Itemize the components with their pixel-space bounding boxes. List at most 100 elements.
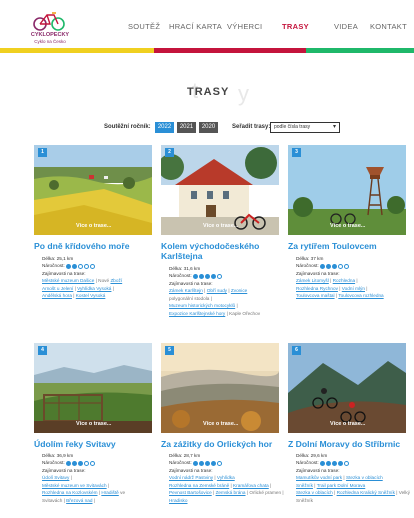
route-image[interactable]: 4 Více o trase...	[34, 343, 152, 433]
route-image[interactable]: 5 Více o trase...	[161, 343, 279, 433]
sight-link[interactable]: Údolí Svitavy	[42, 475, 69, 480]
sight-link[interactable]: Pevnost Bartošovice	[169, 490, 212, 495]
sight-link[interactable]: Expozice Karlštejnské hory	[169, 311, 225, 316]
difficulty-dot-filled	[331, 263, 337, 269]
sight-separator: |	[235, 303, 238, 309]
sight-link[interactable]: Hradisko	[169, 498, 188, 503]
route-length: Délka: 28,7 km	[169, 453, 201, 458]
nav-item-kontakt[interactable]: KONTAKT	[370, 22, 407, 31]
difficulty-dot-filled	[331, 460, 337, 466]
more-info-link[interactable]: Více o trase...	[330, 223, 365, 229]
sights-row: Pevnost Bartošovice | Zemská brána | Orl…	[169, 489, 285, 496]
difficulty-label: Náročnost:	[296, 460, 319, 466]
sight-link[interactable]: Kostel Vysoká	[76, 293, 106, 298]
sight-link[interactable]: Hradiště	[101, 490, 118, 495]
sight-link[interactable]: Rozhledna na Zemské bráně	[169, 483, 229, 488]
sight-link[interactable]: Mamutíkův vodní park	[296, 475, 342, 480]
route-number-badge: 4	[38, 346, 47, 355]
route-difficulty: Náročnost:	[169, 459, 285, 466]
sight-separator: |	[355, 278, 358, 284]
route-image[interactable]: 6 Více o trase...	[288, 343, 406, 433]
sight-separator: |	[268, 482, 272, 488]
sight-link[interactable]: Andělská hora	[42, 293, 72, 298]
sight-separator: |	[111, 285, 114, 291]
sort-label: Seřadit trasy:	[232, 124, 271, 130]
sort-select[interactable]: podle čísla trasy ▾	[270, 122, 340, 133]
nav-item-vyherci[interactable]: VÝHERCI	[227, 22, 262, 31]
sight-link[interactable]: Rozhledna Kralický Sněžník	[337, 490, 395, 495]
sight-separator: |	[209, 295, 212, 301]
sight-link[interactable]: Sněžník	[296, 483, 313, 488]
more-info-link[interactable]: Více o trase...	[76, 223, 111, 229]
more-info-link[interactable]: Více o trase...	[203, 421, 238, 427]
sight-link[interactable]: Rozhledna na Kozlovském	[42, 490, 98, 495]
sight-link[interactable]: Zboží	[110, 278, 122, 283]
sight-link[interactable]: Městské muzeum ve Svitavách	[42, 483, 107, 488]
route-image[interactable]: 1 Více o trase...	[34, 145, 152, 235]
sight-link[interactable]: Zámek Karlštejn	[169, 288, 203, 293]
sight-link[interactable]: Toulovcova maštal	[296, 293, 335, 298]
difficulty-dot-empty	[89, 460, 95, 466]
sight-link[interactable]: Vodní nádrž Pastviny	[169, 475, 213, 480]
nav-item-trasy[interactable]: TRASY	[282, 22, 309, 31]
year-button-2020[interactable]: 2020	[199, 122, 218, 133]
difficulty-dot-filled	[198, 273, 204, 279]
difficulty-dot-filled	[204, 460, 210, 466]
sight-link[interactable]: Vyhlídka	[217, 475, 235, 480]
difficulty-dot-empty	[77, 263, 83, 269]
year-button-2021[interactable]: 2021	[177, 122, 196, 133]
sight-link[interactable]: Kramářova chata	[233, 483, 269, 488]
sight-separator: Sněžník	[296, 497, 313, 503]
nav-item-videa[interactable]: VIDEA	[334, 22, 358, 31]
sight-link[interactable]: Stezka v oblacích	[346, 475, 383, 480]
route-details: Délka: 25,1 km Náročnost: Zajímavosti na…	[42, 255, 158, 300]
sight-link[interactable]: Vodní mlýn	[342, 286, 365, 291]
color-bar-yellow	[0, 48, 154, 53]
title-decoration: y	[238, 81, 249, 106]
route-title[interactable]: Po dně křídového moře	[34, 241, 156, 251]
difficulty-dot-empty	[89, 263, 95, 269]
route-number-badge: 2	[165, 148, 174, 157]
difficulty-dot-filled	[204, 273, 210, 279]
route-title[interactable]: Z Dolní Moravy do Stříbrnic	[288, 439, 410, 449]
year-button-2022[interactable]: 2022	[155, 122, 174, 133]
sight-link[interactable]: Vyhlídka Vysoká	[77, 286, 111, 291]
more-info-link[interactable]: Více o trase...	[330, 421, 365, 427]
route-length: Délka: 25,1 km	[42, 256, 74, 261]
route-image[interactable]: 2 Více o trase...	[161, 145, 279, 235]
nav-item-hraci-karta[interactable]: HRACÍ KARTA	[169, 22, 222, 31]
sight-link[interactable]: Zámek Litomyšl	[296, 278, 329, 283]
route-title[interactable]: Za zážitky do Orlických hor	[161, 439, 283, 449]
more-info-link[interactable]: Více o trase...	[76, 421, 111, 427]
sight-link[interactable]: Trail park Dolní Morava	[317, 483, 366, 488]
sight-link[interactable]: Zvonice	[231, 288, 247, 293]
difficulty-dot-empty	[83, 263, 89, 269]
difficulty-dot-filled	[325, 263, 331, 269]
nav-item-soutez[interactable]: SOUTĚŽ	[128, 22, 160, 31]
sight-link[interactable]: Městské muzeum Dašice	[42, 278, 94, 283]
route-image[interactable]: 3 Více o trase...	[288, 145, 406, 235]
sight-link[interactable]: Arnošt u Jelení	[42, 286, 73, 291]
sights-row: Městské muzeum Dašice | Nové Zboží	[42, 277, 158, 284]
route-length: Délka: 36,9 km	[42, 453, 74, 458]
route-details: Délka: 31,6 km Náročnost: Zajímavosti na…	[169, 265, 285, 317]
sights-list: Městské muzeum Dašice | Nové Zboží Arnošt…	[42, 277, 158, 299]
sights-row: polygonální stodola |	[169, 295, 285, 302]
sight-link[interactable]: Zemská brána	[216, 490, 246, 495]
sight-link[interactable]: Obří sudy	[207, 288, 227, 293]
route-details: Délka: 36,9 km Náročnost: Zajímavosti na…	[42, 452, 158, 504]
sight-link[interactable]: Březová nad	[66, 498, 92, 503]
sight-link[interactable]: Rozhledna	[333, 278, 355, 283]
route-title[interactable]: Za rytířem Toulovcem	[288, 241, 410, 251]
more-info-link[interactable]: Více o trase...	[203, 223, 238, 229]
route-title[interactable]: Údolím řeky Svitavy	[34, 439, 156, 449]
sight-link[interactable]: Muzeum historických motocyklů	[169, 303, 235, 308]
route-title[interactable]: Kolem východočeského Karlštejna	[161, 241, 283, 261]
sight-link[interactable]: Stezka v oblacích	[296, 490, 333, 495]
difficulty-dot-empty	[343, 460, 349, 466]
difficulty-dots	[65, 262, 96, 269]
color-bar-red	[154, 48, 306, 53]
sight-link[interactable]: Toulovcova rozhledna	[338, 293, 383, 298]
sight-link[interactable]: Rozhledna Rychnov	[296, 286, 338, 291]
sights-row: Svitavách | Březová nad |	[42, 497, 158, 504]
